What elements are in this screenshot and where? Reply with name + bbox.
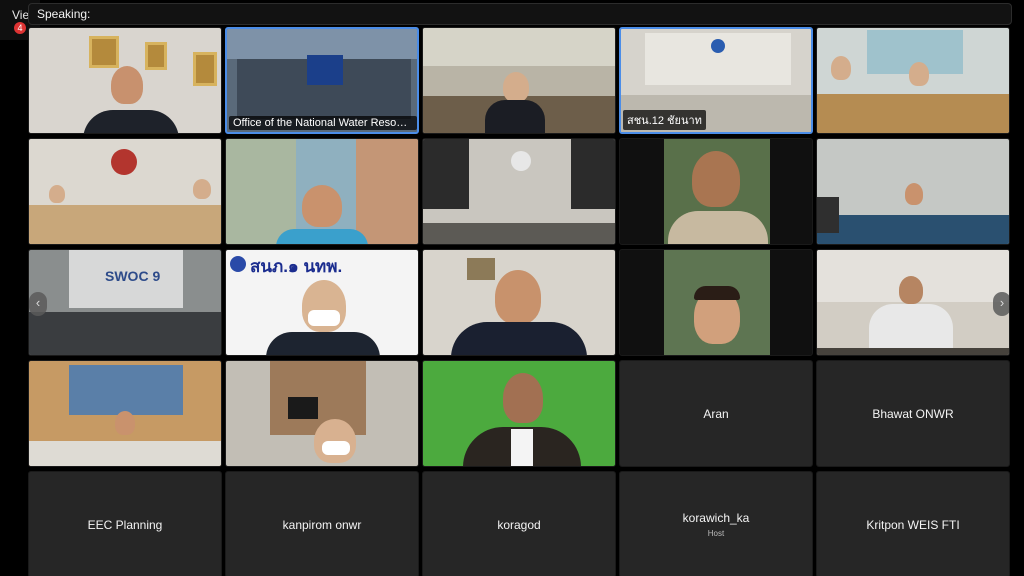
desk	[817, 348, 1009, 355]
host-badge: Host	[707, 529, 725, 538]
curtain	[423, 139, 469, 209]
curtain	[571, 139, 615, 209]
ceiling	[423, 28, 615, 66]
backdrop-banner	[69, 365, 183, 415]
participant-name: Aran	[703, 406, 729, 421]
chevron-left-icon[interactable]: ‹	[29, 292, 47, 316]
conference-table	[817, 215, 1009, 244]
map-backdrop	[356, 139, 418, 244]
participant-tile[interactable]	[422, 249, 616, 356]
swoc-label: SWOC 9	[105, 268, 161, 284]
participant-tile-kritpon[interactable]: Kritpon WEIS FTI	[816, 471, 1010, 576]
participant-tile[interactable]	[619, 138, 813, 245]
participant-tile-bhawat[interactable]: Bhawat ONWR	[816, 360, 1010, 467]
logo-emblem	[511, 151, 531, 171]
participant-body	[83, 110, 179, 133]
participant-name: kanpirom onwr	[282, 517, 362, 532]
wood-wall	[270, 361, 366, 435]
participant-name: korawich_ka	[682, 511, 750, 525]
participant-face	[831, 56, 851, 80]
participant-tile[interactable]	[422, 138, 616, 245]
participant-body	[451, 322, 587, 355]
logo-emblem	[711, 39, 725, 53]
participant-body	[485, 100, 545, 133]
wall-frame	[193, 52, 217, 86]
participant-hair	[694, 286, 740, 300]
participant-face	[503, 373, 543, 423]
wall-picture	[467, 258, 495, 280]
participant-name: Kritpon WEIS FTI	[866, 517, 960, 532]
participant-body	[668, 211, 768, 244]
participant-tile[interactable]	[816, 27, 1010, 134]
chevron-right-icon[interactable]: ›	[993, 292, 1009, 316]
participant-tile[interactable]	[28, 27, 222, 134]
participant-tile[interactable]	[28, 360, 222, 467]
participant-tile[interactable]	[816, 138, 1010, 245]
participant-face	[111, 66, 143, 104]
participant-tile-onwr[interactable]: Office of the National Water Resour...	[225, 27, 419, 134]
video-grid: Office of the National Water Resour... ส…	[27, 27, 1015, 576]
desk	[29, 205, 221, 244]
participant-body	[276, 229, 368, 244]
desk	[29, 441, 221, 466]
conference-table	[423, 223, 615, 244]
participant-face	[692, 151, 740, 207]
speaking-indicator: Speaking:	[28, 3, 1012, 25]
participant-tile-korawich[interactable]: korawich_ka Host	[619, 471, 813, 576]
participant-face	[495, 270, 541, 324]
participant-face	[49, 185, 65, 203]
chair	[817, 197, 839, 233]
participant-tile[interactable]	[422, 360, 616, 467]
face-mask	[308, 310, 340, 326]
participant-name: EEC Planning	[87, 517, 163, 532]
participant-tile[interactable]: SWOC 9 ‹	[28, 249, 222, 356]
participant-tile[interactable]	[619, 249, 813, 356]
shirt	[511, 429, 533, 466]
participant-tile[interactable]	[28, 138, 222, 245]
participant-face	[193, 179, 211, 199]
participant-name: Bhawat ONWR	[872, 406, 954, 421]
participant-face	[909, 62, 929, 86]
participant-name: สชน.12 ชัยนาท	[623, 110, 706, 130]
participant-tile-kanpirom[interactable]: kanpirom onwr	[225, 471, 419, 576]
participant-tile[interactable]: สนภ.๑ นทพ.	[225, 249, 419, 356]
wall-frame	[89, 36, 119, 68]
participant-body	[266, 332, 380, 355]
participant-face	[503, 72, 529, 102]
office-banner: สนภ.๑ นทพ.	[250, 257, 343, 276]
participant-face	[115, 411, 135, 435]
wall-frame	[145, 42, 167, 70]
desk	[817, 94, 1009, 133]
map-backdrop	[226, 139, 296, 244]
face-mask	[322, 441, 350, 455]
participant-tile[interactable]	[422, 27, 616, 134]
speaking-label: Speaking:	[37, 7, 91, 21]
participant-face	[905, 183, 923, 205]
participant-tile[interactable]	[225, 138, 419, 245]
control-desk	[29, 312, 221, 355]
participant-name: koragod	[497, 517, 541, 532]
display-screen	[307, 55, 343, 85]
participant-tile-koragod[interactable]: koragod	[422, 471, 616, 576]
participant-tile-aran[interactable]: Aran	[619, 360, 813, 467]
view-label: Vie	[12, 8, 30, 22]
participant-tile-eec[interactable]: EEC Planning	[28, 471, 222, 576]
agency-emblem	[111, 149, 137, 175]
participant-face	[302, 185, 342, 227]
participant-tile-chainat[interactable]: สชน.12 ชัยนาท	[619, 27, 813, 134]
logo-emblem	[230, 256, 246, 272]
participant-body	[869, 304, 953, 348]
notification-badge: 4	[14, 22, 26, 34]
participant-tile[interactable]: ›	[816, 249, 1010, 356]
participant-tile[interactable]	[225, 360, 419, 467]
participant-name: Office of the National Water Resour...	[229, 116, 417, 130]
participant-face	[899, 276, 923, 304]
wall-tv	[288, 397, 318, 419]
